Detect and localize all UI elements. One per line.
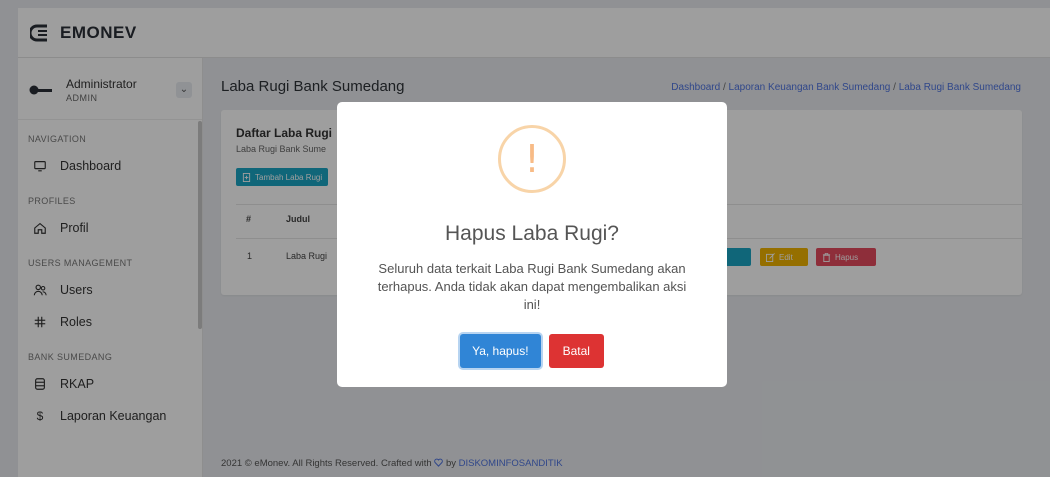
app-frame: EMONEV Administrator ADMIN ⌄ NAVIGATION … (0, 0, 1050, 477)
modal-message: Seluruh data terkait Laba Rugi Bank Sume… (377, 261, 687, 312)
delete-confirm-dialog: ! Hapus Laba Rugi? Seluruh data terkait … (337, 102, 727, 387)
warning-icon: ! (498, 125, 566, 193)
confirm-delete-button[interactable]: Ya, hapus! (460, 334, 541, 368)
cancel-button[interactable]: Batal (548, 334, 604, 368)
modal-title: Hapus Laba Rugi? (445, 222, 619, 245)
modal-actions: Ya, hapus! Batal (337, 334, 727, 368)
